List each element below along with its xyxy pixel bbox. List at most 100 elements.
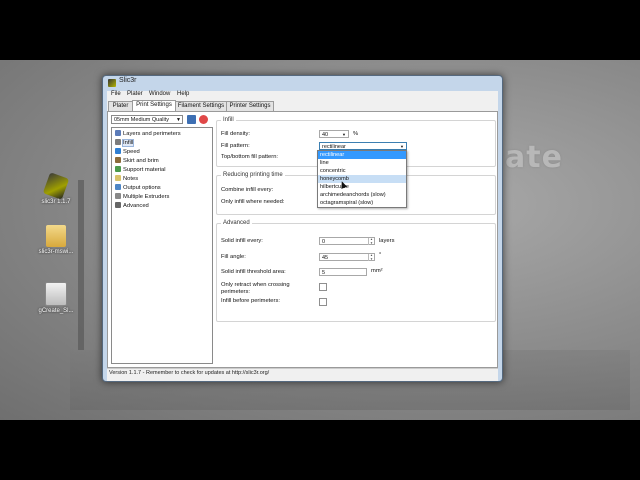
slic3r-app-icon [42,172,70,200]
reducing-panel-title: Reducing printing time [221,172,285,178]
wrench-icon [115,202,121,208]
window-title: Slic3r [119,77,137,84]
sidebar-item-label: Layers and perimeters [123,131,181,137]
sidebar-item-infill[interactable]: Infill [115,139,135,147]
fill-pattern-dropdown: rectilinear line concentric honeycomb hi… [317,150,407,208]
desktop-icon-folder[interactable]: slic3r-mswi... [26,225,86,255]
sidebar-item-advanced[interactable]: Advanced [115,202,149,210]
only-retract-label: Only retract when crossing perimeters: [221,282,290,295]
spin-arrows-icon[interactable]: ▲ ▼ [368,253,374,261]
sidebar-item-output[interactable]: Output options [115,184,161,192]
solid-threshold-unit: mm² [371,268,383,274]
tab-filament-settings[interactable]: Filament Settings [175,101,227,111]
desktop-icon-slic3r[interactable]: slic3r 1.1.7 [26,172,86,205]
sidebar-item-label: Speed [123,149,140,155]
tabs-area: Plater Print Settings Filament Settings … [107,100,498,381]
fill-density-value: 40 [322,132,329,138]
delete-preset-button[interactable] [199,115,208,124]
sidebar-item-label: Skirt and brim [123,158,159,164]
skirt-icon [115,157,121,163]
menu-bar: File Plater Window Help [107,91,498,100]
notes-icon [115,175,121,181]
fill-pattern-label: Fill pattern: [221,143,250,149]
preset-value: 05mm Medium Quality [114,117,170,123]
fill-angle-label: Fill angle: [221,254,246,260]
solid-infill-every-value: 0 [322,239,326,245]
sidebar-item-extruders[interactable]: Multiple Extruders [115,193,169,201]
solid-threshold-input[interactable]: 5 [319,268,367,276]
tab-printer-settings[interactable]: Printer Settings [226,101,274,111]
dropdown-option-archimedeanchords[interactable]: archimedeanchords (slow) [318,191,406,199]
fill-density-combo[interactable]: 40 ▼ [319,130,349,138]
sidebar-item-label: Advanced [123,203,149,209]
desktop-icon-label: gCreate_Sl... [38,308,74,314]
output-icon [115,184,121,190]
tab-print-settings[interactable]: Print Settings [132,100,176,111]
advanced-panel-title: Advanced [221,220,252,226]
dropdown-option-rectilinear[interactable]: rectilinear [318,151,406,159]
chevron-down-icon: ▼ [176,117,181,123]
status-bar: Version 1.1.7 - Remember to check for up… [107,368,498,379]
desktop-icon-label: slic3r 1.1.7 [41,199,71,205]
tab-plater[interactable]: Plater [108,101,133,111]
dropdown-option-concentric[interactable]: concentric [318,167,406,175]
sidebar-item-layers[interactable]: Layers and perimeters [115,130,181,138]
sidebar-item-support[interactable]: Support material [115,166,166,174]
folder-icon [46,225,66,247]
menu-help[interactable]: Help [177,91,189,97]
spin-arrows-icon[interactable]: ▲ ▼ [368,237,374,245]
slic3r-window: Slic3r File Plater Window Help Plater Pr… [102,75,503,382]
dropdown-option-honeycomb[interactable]: honeycomb [318,175,406,183]
speed-icon [115,148,121,154]
app-icon [108,79,116,87]
dropdown-option-hilbertcurve[interactable]: hilbertcurve [318,183,406,191]
chevron-down-icon: ▼ [342,132,346,137]
solid-threshold-label: Solid infill threshold area: [221,269,286,275]
only-retract-checkbox[interactable] [319,283,327,291]
sidebar-item-label: Infill [121,139,135,147]
infill-before-perimeters-checkbox[interactable] [319,298,327,306]
watermark-text: ate [505,140,563,175]
fill-angle-input[interactable]: 45 ▲ ▼ [319,253,375,261]
preset-select[interactable]: 05mm Medium Quality ▼ [111,115,183,124]
sidebar-item-notes[interactable]: Notes [115,175,138,183]
solid-infill-every-input[interactable]: 0 ▲ ▼ [319,237,375,245]
solid-threshold-value: 5 [322,270,326,276]
save-preset-button[interactable] [187,115,196,124]
support-icon [115,166,121,172]
dropdown-option-line[interactable]: line [318,159,406,167]
infill-before-perimeters-label: Infill before perimeters: [221,298,280,304]
sidebar-item-label: Output options [123,185,161,191]
sidebar-item-label: Multiple Extruders [123,194,170,200]
fill-angle-value: 45 [322,255,329,261]
advanced-panel: Advanced Solid infill every: 0 ▲ ▼ layers… [216,220,496,322]
infill-icon [115,139,121,145]
extruders-icon [115,193,121,199]
sidebar-item-label: Notes [123,176,139,182]
title-bar[interactable]: Slic3r [103,76,502,90]
sidebar-item-skirt[interactable]: Skirt and brim [115,157,159,165]
desktop-icon-label: slic3r-mswi... [38,249,74,255]
infill-panel-title: Infill [221,117,236,123]
menu-plater[interactable]: Plater [127,91,143,97]
print-settings-content: 05mm Medium Quality ▼ Layers and perimet… [107,111,498,368]
menu-file[interactable]: File [111,91,121,97]
top-letterbox [0,0,640,60]
bottom-letterbox [0,420,640,480]
config-file-icon [45,282,67,306]
top-bottom-fill-label: Top/bottom fill pattern: [221,154,279,160]
settings-page-tree: Layers and perimeters Infill Speed Skirt… [111,127,213,364]
layers-icon [115,130,121,136]
desktop-icon-config[interactable]: gCreate_Sl... [26,282,86,314]
only-infill-label: Only infill where needed: [221,199,285,205]
fill-density-unit: % [353,131,359,137]
sidebar-item-label: Support material [123,167,166,173]
solid-infill-every-label: Solid infill every: [221,238,263,244]
dropdown-option-octagramspiral[interactable]: octagramspiral (slow) [318,199,406,207]
fill-density-label: Fill density: [221,131,250,137]
fill-angle-unit: ° [379,252,382,258]
menu-window[interactable]: Window [149,91,170,97]
sidebar-item-speed[interactable]: Speed [115,148,140,156]
solid-infill-every-unit: layers [379,238,395,244]
fill-pattern-select[interactable]: rectilinear ▼ [319,142,407,150]
